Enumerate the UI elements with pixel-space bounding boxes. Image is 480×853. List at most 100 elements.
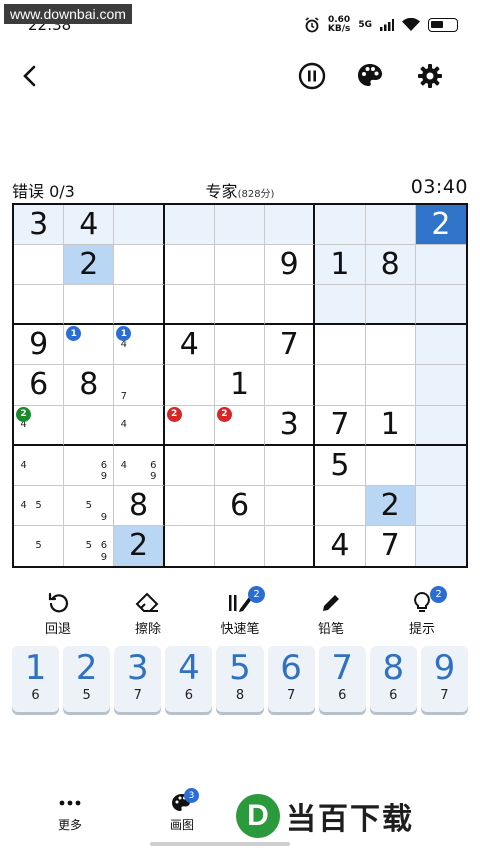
home-indicator[interactable] [150, 842, 290, 846]
sudoku-cell[interactable] [164, 365, 215, 406]
sudoku-cell[interactable]: 4 [114, 405, 165, 446]
sudoku-cell[interactable]: 569 [64, 525, 115, 566]
sudoku-cell[interactable] [365, 445, 416, 486]
tool-undo[interactable]: 回退 [20, 590, 96, 637]
sudoku-cell[interactable] [315, 205, 366, 246]
sudoku-cell[interactable] [415, 525, 466, 566]
sudoku-cell[interactable]: 41 [114, 325, 165, 366]
sudoku-cell[interactable]: 9 [265, 245, 316, 286]
sudoku-cell[interactable]: 1 [365, 405, 416, 446]
tool-pencil[interactable]: 铅笔 [293, 590, 369, 637]
sudoku-cell[interactable] [14, 285, 65, 326]
sudoku-cell[interactable] [164, 285, 215, 326]
sudoku-cell[interactable]: 3 [14, 205, 65, 246]
sudoku-cell[interactable]: 1 [315, 245, 366, 286]
number-key[interactable]: 25 [63, 646, 111, 712]
sudoku-cell[interactable] [315, 325, 366, 366]
sudoku-cell[interactable] [365, 205, 416, 246]
sudoku-cell[interactable]: 3 [265, 405, 316, 446]
sudoku-cell[interactable] [14, 245, 65, 286]
sudoku-cell[interactable] [265, 525, 316, 566]
number-key[interactable]: 97 [420, 646, 468, 712]
sudoku-cell[interactable] [114, 205, 165, 246]
tool-hint-bulb[interactable]: 2 提示 [384, 586, 460, 637]
sudoku-cell[interactable] [415, 445, 466, 486]
sudoku-cell[interactable] [315, 285, 366, 326]
sudoku-cell[interactable]: 8 [365, 245, 416, 286]
sudoku-cell[interactable]: 2 [164, 405, 215, 446]
sudoku-cell[interactable] [214, 205, 266, 246]
sudoku-cell[interactable]: 6 [214, 485, 266, 526]
back-button[interactable] [10, 56, 50, 96]
sudoku-cell[interactable] [164, 205, 215, 246]
sudoku-cell[interactable] [64, 405, 115, 446]
sudoku-cell[interactable] [315, 365, 366, 406]
sudoku-cell[interactable]: 4 69 [114, 445, 165, 486]
sudoku-cell[interactable] [365, 325, 416, 366]
sudoku-cell[interactable] [415, 325, 466, 366]
sudoku-cell[interactable] [114, 285, 165, 326]
sudoku-cell[interactable]: 4 [64, 205, 115, 246]
sudoku-cell[interactable] [214, 245, 266, 286]
tool-eraser[interactable]: 擦除 [110, 590, 186, 637]
sudoku-cell[interactable] [64, 285, 115, 326]
number-key[interactable]: 16 [12, 646, 60, 712]
sudoku-cell[interactable] [265, 285, 316, 326]
sudoku-cell[interactable] [265, 205, 316, 246]
sudoku-cell[interactable]: 6 [14, 365, 65, 406]
sudoku-cell[interactable]: 5 [14, 525, 65, 566]
sudoku-cell[interactable]: 1 [64, 325, 115, 366]
sudoku-cell[interactable]: 2 [415, 205, 466, 246]
sudoku-cell[interactable]: 69 [64, 445, 115, 486]
sudoku-cell[interactable]: 5 [315, 445, 366, 486]
sudoku-cell[interactable] [114, 245, 165, 286]
tool-quick-pencil[interactable]: 2 快速笔 [202, 586, 278, 637]
sudoku-cell[interactable]: 4 [164, 325, 215, 366]
sudoku-cell[interactable] [415, 365, 466, 406]
sudoku-cell[interactable]: 8 [114, 485, 165, 526]
number-key[interactable]: 46 [165, 646, 213, 712]
sudoku-cell[interactable] [164, 445, 215, 486]
sudoku-cell[interactable] [315, 485, 366, 526]
sudoku-cell[interactable] [415, 285, 466, 326]
sudoku-cell[interactable]: 4 [14, 445, 65, 486]
number-key[interactable]: 76 [318, 646, 366, 712]
sudoku-cell[interactable]: 7 [114, 365, 165, 406]
sudoku-cell[interactable] [415, 245, 466, 286]
sudoku-cell[interactable]: 7 [315, 405, 366, 446]
number-key[interactable]: 37 [114, 646, 162, 712]
sudoku-cell[interactable]: 2 [114, 525, 165, 566]
sudoku-cell[interactable] [165, 525, 215, 566]
sudoku-cell[interactable] [415, 485, 466, 526]
sudoku-cell[interactable]: 7 [366, 525, 416, 566]
sudoku-cell[interactable]: 59 [64, 485, 115, 526]
sudoku-cell[interactable]: 8 [64, 365, 115, 406]
sudoku-cell[interactable] [365, 365, 416, 406]
sudoku-cell[interactable] [265, 485, 316, 526]
more-button[interactable]: 更多 [50, 792, 90, 833]
theme-button[interactable] [350, 56, 390, 96]
sudoku-cell[interactable]: 4 [315, 525, 366, 566]
sudoku-cell[interactable]: 9 [14, 325, 65, 366]
settings-button[interactable] [410, 56, 450, 96]
sudoku-cell[interactable] [265, 445, 316, 486]
pause-button[interactable] [292, 56, 332, 96]
sudoku-cell[interactable] [365, 285, 416, 326]
sudoku-cell[interactable]: 7 [265, 325, 316, 366]
paint-button[interactable]: 3 画图 [162, 788, 202, 833]
sudoku-cell[interactable] [214, 325, 266, 366]
sudoku-cell[interactable]: 2 [365, 485, 416, 526]
sudoku-cell[interactable]: 2 [214, 405, 266, 446]
sudoku-cell[interactable]: 42 [14, 405, 65, 446]
sudoku-cell[interactable] [164, 245, 215, 286]
sudoku-cell[interactable]: 1 [214, 365, 266, 406]
sudoku-cell[interactable]: 2 [64, 245, 115, 286]
sudoku-cell[interactable] [214, 285, 266, 326]
number-key[interactable]: 86 [369, 646, 417, 712]
sudoku-cell[interactable] [265, 365, 316, 406]
sudoku-cell[interactable]: 45 [14, 485, 65, 526]
sudoku-cell[interactable] [215, 525, 266, 566]
number-key[interactable]: 67 [267, 646, 315, 712]
sudoku-cell[interactable] [164, 485, 215, 526]
number-key[interactable]: 58 [216, 646, 264, 712]
